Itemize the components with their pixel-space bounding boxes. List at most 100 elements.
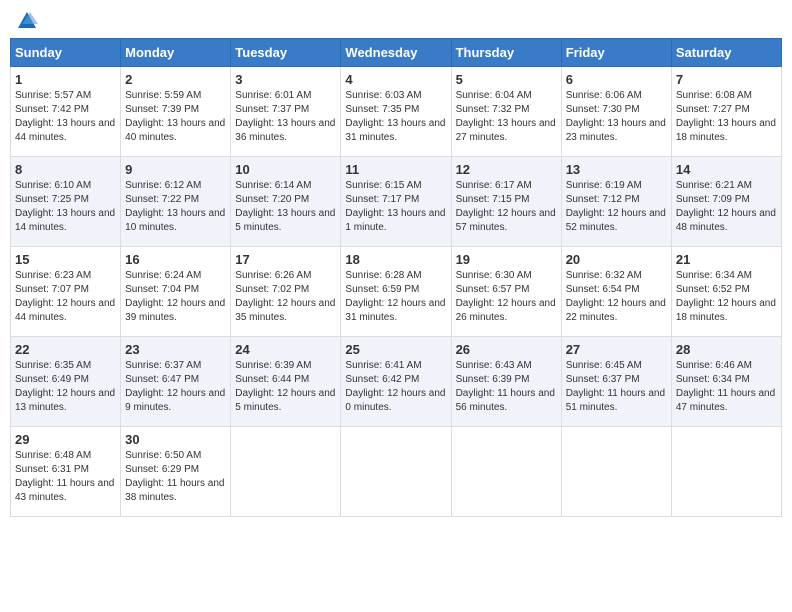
calendar-day-26: 26 Sunrise: 6:43 AM Sunset: 6:39 PM Dayli…	[451, 337, 561, 427]
day-info: Sunrise: 6:08 AM Sunset: 7:27 PM Dayligh…	[676, 89, 777, 145]
day-info: Sunrise: 6:06 AM Sunset: 7:30 PM Dayligh…	[566, 89, 667, 145]
day-info: Sunrise: 6:04 AM Sunset: 7:32 PM Dayligh…	[456, 89, 557, 145]
calendar-week-row: 15Sunrise: 6:23 AM Sunset: 7:07 PM Dayli…	[11, 247, 782, 337]
day-info: Sunrise: 6:21 AM Sunset: 7:09 PM Dayligh…	[676, 179, 777, 235]
day-number: 19	[456, 252, 557, 267]
calendar-header-row: SundayMondayTuesdayWednesdayThursdayFrid…	[11, 39, 782, 67]
logo-icon	[16, 10, 38, 32]
day-info: Sunrise: 5:57 AM Sunset: 7:42 PM Dayligh…	[15, 89, 116, 145]
day-number: 11	[345, 162, 446, 177]
calendar-day-28: 28 Sunrise: 6:46 AM Sunset: 6:34 PM Dayli…	[671, 337, 781, 427]
day-number: 4	[345, 72, 446, 87]
calendar-day-24: 24 Sunrise: 6:39 AM Sunset: 6:44 PM Dayli…	[231, 337, 341, 427]
day-number: 1	[15, 72, 116, 87]
day-number: 8	[15, 162, 116, 177]
calendar-day-16: 16Sunrise: 6:24 AM Sunset: 7:04 PM Dayli…	[121, 247, 231, 337]
day-info: Sunrise: 6:39 AM Sunset: 6:44 PM Dayligh…	[235, 359, 336, 415]
day-header-friday: Friday	[561, 39, 671, 67]
day-info: Sunrise: 6:26 AM Sunset: 7:02 PM Dayligh…	[235, 269, 336, 325]
day-header-tuesday: Tuesday	[231, 39, 341, 67]
day-info: Sunrise: 6:17 AM Sunset: 7:15 PM Dayligh…	[456, 179, 557, 235]
day-info: Sunrise: 6:50 AM Sunset: 6:29 PM Dayligh…	[125, 449, 226, 505]
day-header-sunday: Sunday	[11, 39, 121, 67]
day-header-monday: Monday	[121, 39, 231, 67]
day-number: 24	[235, 342, 336, 357]
day-number: 22	[15, 342, 116, 357]
calendar-week-row: 29Sunrise: 6:48 AM Sunset: 6:31 PM Dayli…	[11, 427, 782, 517]
day-number: 6	[566, 72, 667, 87]
calendar-day-29: 29Sunrise: 6:48 AM Sunset: 6:31 PM Dayli…	[11, 427, 121, 517]
day-number: 7	[676, 72, 777, 87]
day-info: Sunrise: 6:30 AM Sunset: 6:57 PM Dayligh…	[456, 269, 557, 325]
day-number: 28	[676, 342, 777, 357]
calendar-day-empty	[451, 427, 561, 517]
day-number: 25	[345, 342, 446, 357]
calendar-day-6: 6 Sunrise: 6:06 AM Sunset: 7:30 PM Daylig…	[561, 67, 671, 157]
day-number: 14	[676, 162, 777, 177]
page-header	[10, 10, 782, 32]
day-number: 10	[235, 162, 336, 177]
calendar-day-23: 23Sunrise: 6:37 AM Sunset: 6:47 PM Dayli…	[121, 337, 231, 427]
day-info: Sunrise: 6:35 AM Sunset: 6:49 PM Dayligh…	[15, 359, 116, 415]
day-info: Sunrise: 6:46 AM Sunset: 6:34 PM Dayligh…	[676, 359, 777, 415]
calendar-day-10: 10 Sunrise: 6:14 AM Sunset: 7:20 PM Dayli…	[231, 157, 341, 247]
day-info: Sunrise: 6:03 AM Sunset: 7:35 PM Dayligh…	[345, 89, 446, 145]
calendar-day-7: 7 Sunrise: 6:08 AM Sunset: 7:27 PM Daylig…	[671, 67, 781, 157]
calendar-day-17: 17 Sunrise: 6:26 AM Sunset: 7:02 PM Dayli…	[231, 247, 341, 337]
day-number: 26	[456, 342, 557, 357]
day-number: 13	[566, 162, 667, 177]
calendar-day-20: 20 Sunrise: 6:32 AM Sunset: 6:54 PM Dayli…	[561, 247, 671, 337]
calendar-day-4: 4 Sunrise: 6:03 AM Sunset: 7:35 PM Daylig…	[341, 67, 451, 157]
calendar-day-empty	[671, 427, 781, 517]
day-number: 3	[235, 72, 336, 87]
calendar-day-empty	[231, 427, 341, 517]
logo	[14, 10, 38, 32]
day-number: 17	[235, 252, 336, 267]
calendar-day-25: 25 Sunrise: 6:41 AM Sunset: 6:42 PM Dayli…	[341, 337, 451, 427]
day-number: 9	[125, 162, 226, 177]
day-info: Sunrise: 5:59 AM Sunset: 7:39 PM Dayligh…	[125, 89, 226, 145]
calendar-day-22: 22 Sunrise: 6:35 AM Sunset: 6:49 PM Dayli…	[11, 337, 121, 427]
day-info: Sunrise: 6:28 AM Sunset: 6:59 PM Dayligh…	[345, 269, 446, 325]
calendar-day-30: 30 Sunrise: 6:50 AM Sunset: 6:29 PM Dayli…	[121, 427, 231, 517]
day-number: 20	[566, 252, 667, 267]
calendar-week-row: 8 Sunrise: 6:10 AM Sunset: 7:25 PM Daylig…	[11, 157, 782, 247]
calendar-week-row: 1 Sunrise: 5:57 AM Sunset: 7:42 PM Daylig…	[11, 67, 782, 157]
calendar-day-8: 8 Sunrise: 6:10 AM Sunset: 7:25 PM Daylig…	[11, 157, 121, 247]
day-info: Sunrise: 6:14 AM Sunset: 7:20 PM Dayligh…	[235, 179, 336, 235]
day-info: Sunrise: 6:23 AM Sunset: 7:07 PM Dayligh…	[15, 269, 116, 325]
calendar-day-27: 27 Sunrise: 6:45 AM Sunset: 6:37 PM Dayli…	[561, 337, 671, 427]
day-info: Sunrise: 6:48 AM Sunset: 6:31 PM Dayligh…	[15, 449, 116, 505]
calendar-day-18: 18 Sunrise: 6:28 AM Sunset: 6:59 PM Dayli…	[341, 247, 451, 337]
calendar-day-21: 21 Sunrise: 6:34 AM Sunset: 6:52 PM Dayli…	[671, 247, 781, 337]
calendar-day-3: 3Sunrise: 6:01 AM Sunset: 7:37 PM Daylig…	[231, 67, 341, 157]
calendar-day-14: 14 Sunrise: 6:21 AM Sunset: 7:09 PM Dayli…	[671, 157, 781, 247]
day-info: Sunrise: 6:32 AM Sunset: 6:54 PM Dayligh…	[566, 269, 667, 325]
day-info: Sunrise: 6:24 AM Sunset: 7:04 PM Dayligh…	[125, 269, 226, 325]
day-info: Sunrise: 6:34 AM Sunset: 6:52 PM Dayligh…	[676, 269, 777, 325]
calendar-day-empty	[561, 427, 671, 517]
day-info: Sunrise: 6:10 AM Sunset: 7:25 PM Dayligh…	[15, 179, 116, 235]
day-info: Sunrise: 6:12 AM Sunset: 7:22 PM Dayligh…	[125, 179, 226, 235]
day-number: 27	[566, 342, 667, 357]
day-info: Sunrise: 6:41 AM Sunset: 6:42 PM Dayligh…	[345, 359, 446, 415]
calendar-table: SundayMondayTuesdayWednesdayThursdayFrid…	[10, 38, 782, 517]
day-info: Sunrise: 6:37 AM Sunset: 6:47 PM Dayligh…	[125, 359, 226, 415]
day-number: 21	[676, 252, 777, 267]
day-info: Sunrise: 6:15 AM Sunset: 7:17 PM Dayligh…	[345, 179, 446, 235]
calendar-day-empty	[341, 427, 451, 517]
day-info: Sunrise: 6:19 AM Sunset: 7:12 PM Dayligh…	[566, 179, 667, 235]
day-number: 30	[125, 432, 226, 447]
day-header-thursday: Thursday	[451, 39, 561, 67]
day-number: 18	[345, 252, 446, 267]
day-number: 2	[125, 72, 226, 87]
calendar-day-12: 12 Sunrise: 6:17 AM Sunset: 7:15 PM Dayli…	[451, 157, 561, 247]
day-header-saturday: Saturday	[671, 39, 781, 67]
calendar-day-2: 2 Sunrise: 5:59 AM Sunset: 7:39 PM Daylig…	[121, 67, 231, 157]
day-info: Sunrise: 6:43 AM Sunset: 6:39 PM Dayligh…	[456, 359, 557, 415]
day-header-wednesday: Wednesday	[341, 39, 451, 67]
day-info: Sunrise: 6:45 AM Sunset: 6:37 PM Dayligh…	[566, 359, 667, 415]
day-number: 12	[456, 162, 557, 177]
day-number: 5	[456, 72, 557, 87]
calendar-week-row: 22 Sunrise: 6:35 AM Sunset: 6:49 PM Dayli…	[11, 337, 782, 427]
